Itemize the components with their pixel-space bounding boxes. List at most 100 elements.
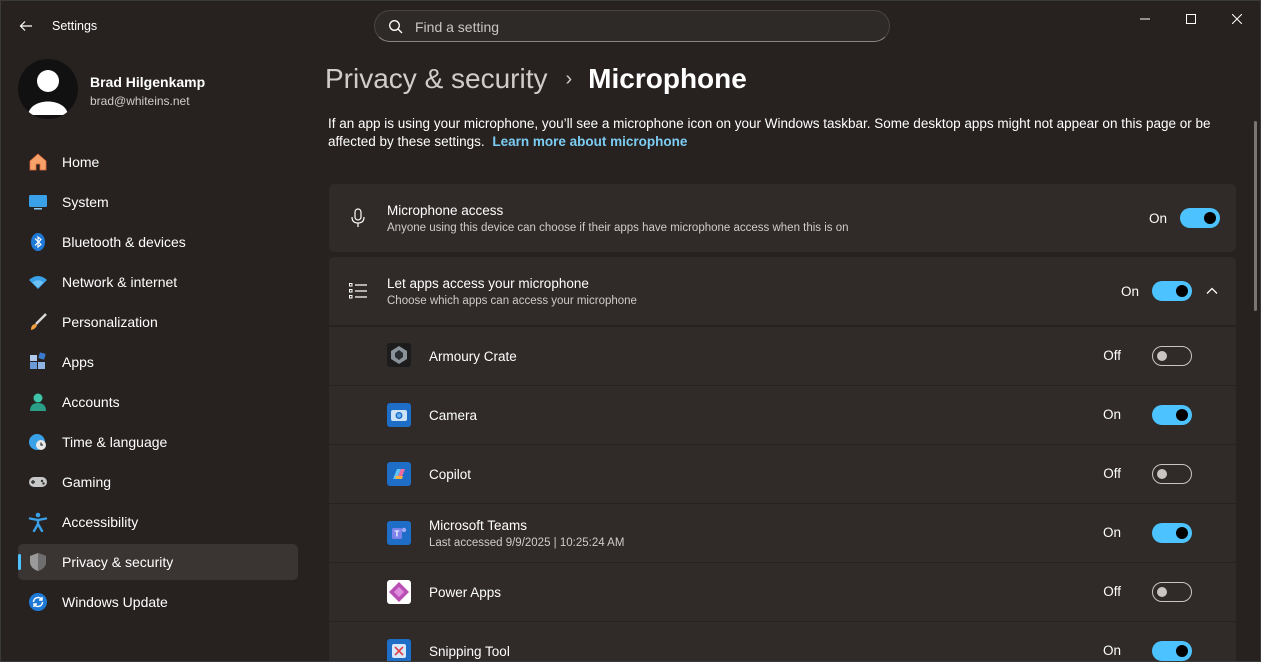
chevron-up-icon[interactable] — [1205, 284, 1219, 298]
maximize-button[interactable] — [1168, 5, 1214, 33]
sidebar-item-gaming[interactable]: Gaming — [18, 464, 298, 500]
gamepad-icon — [28, 472, 48, 492]
svg-text:T: T — [395, 530, 400, 539]
copilot-icon — [387, 462, 411, 486]
back-button[interactable] — [13, 13, 39, 39]
sidebar-nav: Home System Bluetooth & devices Network … — [18, 144, 298, 624]
settings-window: Settings Brad Hilgenkamp brad — [0, 0, 1261, 662]
sidebar-item-label: Home — [62, 154, 100, 170]
sidebar-item-bluetooth[interactable]: Bluetooth & devices — [18, 224, 298, 260]
close-button[interactable] — [1214, 5, 1260, 33]
app-name: Power Apps — [429, 585, 502, 600]
wifi-icon — [28, 272, 48, 292]
app-name: Copilot — [429, 467, 472, 482]
snipping-tool-icon — [387, 639, 411, 661]
teams-icon: T — [387, 521, 411, 545]
user-profile[interactable]: Brad Hilgenkamp brad@whiteins.net — [18, 59, 298, 121]
microphone-access-toggle[interactable] — [1180, 208, 1220, 228]
back-arrow-icon — [19, 21, 32, 31]
maximize-icon — [1186, 14, 1196, 24]
microphone-access-card: Microphone access Anyone using this devi… — [329, 184, 1236, 252]
microphone-access-title: Microphone access — [387, 203, 504, 218]
sidebar-item-label: Time & language — [62, 434, 168, 450]
sidebar-item-label: Accounts — [62, 394, 120, 410]
let-apps-access-title: Let apps access your microphone — [387, 276, 589, 291]
sidebar-item-windows-update[interactable]: Windows Update — [18, 584, 298, 620]
sidebar-item-personalization[interactable]: Personalization — [18, 304, 298, 340]
sidebar-item-label: Accessibility — [62, 514, 139, 530]
globe-clock-icon — [28, 432, 48, 452]
toggle-state-label: Off — [1103, 348, 1121, 363]
sidebar-item-label: System — [62, 194, 109, 210]
app-row-copilot: Copilot Off — [329, 445, 1236, 503]
breadcrumb-parent[interactable]: Privacy & security — [325, 63, 548, 95]
sidebar-item-label: Personalization — [62, 314, 158, 330]
toggle-state-label: On — [1102, 525, 1121, 540]
app-row-armoury-crate: Armoury Crate Off — [329, 327, 1236, 385]
search-icon — [389, 20, 403, 34]
snipping-tool-toggle[interactable] — [1152, 641, 1192, 661]
apps-icon — [28, 352, 48, 372]
copilot-toggle[interactable] — [1152, 464, 1192, 484]
sidebar-item-home[interactable]: Home — [18, 144, 298, 180]
sidebar-item-label: Gaming — [62, 474, 112, 490]
app-name: Camera — [429, 408, 478, 423]
sidebar-item-network[interactable]: Network & internet — [18, 264, 298, 300]
app-name: Snipping Tool — [429, 644, 510, 659]
microphone-icon — [347, 207, 369, 229]
learn-more-link[interactable]: Learn more about microphone — [492, 134, 687, 149]
camera-toggle[interactable] — [1152, 405, 1192, 425]
close-icon — [1232, 14, 1242, 24]
let-apps-access-card[interactable]: Let apps access your microphone Choose w… — [329, 257, 1236, 325]
brush-icon — [28, 312, 48, 332]
accessibility-icon — [28, 512, 48, 532]
microsoft-teams-toggle[interactable] — [1152, 523, 1192, 543]
accounts-icon — [28, 392, 48, 412]
sidebar-item-privacy-security[interactable]: Privacy & security — [18, 544, 298, 580]
toggle-state-label: On — [1120, 284, 1139, 299]
toggle-state-label: Off — [1103, 584, 1121, 599]
search-input[interactable] — [415, 17, 855, 37]
app-name: Microsoft Teams — [429, 518, 528, 533]
app-name: Armoury Crate — [429, 349, 517, 364]
toggle-state-label: On — [1148, 211, 1167, 226]
app-row-snipping-tool: Snipping Tool On — [329, 622, 1236, 661]
power-apps-toggle[interactable] — [1152, 582, 1192, 602]
description-text: If an app is using your microphone, you’… — [328, 116, 1211, 149]
system-icon — [28, 192, 48, 212]
list-icon — [347, 280, 369, 302]
toggle-state-label: On — [1102, 643, 1121, 658]
app-row-microsoft-teams: T Microsoft Teams Last accessed 9/9/2025… — [329, 504, 1236, 562]
avatar — [18, 59, 78, 119]
sidebar-item-apps[interactable]: Apps — [18, 344, 298, 380]
armoury-crate-toggle[interactable] — [1152, 346, 1192, 366]
minimize-icon — [1140, 18, 1150, 20]
breadcrumb: Privacy & security › Microphone — [325, 59, 747, 99]
scrollbar[interactable] — [1254, 121, 1257, 311]
app-row-power-apps: Power Apps Off — [329, 563, 1236, 621]
minimize-button[interactable] — [1122, 5, 1168, 33]
update-icon — [28, 592, 48, 612]
bluetooth-icon — [28, 232, 48, 252]
sidebar-item-accessibility[interactable]: Accessibility — [18, 504, 298, 540]
sidebar-item-system[interactable]: System — [18, 184, 298, 220]
sidebar-item-label: Windows Update — [62, 594, 168, 610]
user-silhouette-icon — [18, 59, 78, 119]
app-row-camera: Camera On — [329, 386, 1236, 444]
sidebar-item-label: Apps — [62, 354, 94, 370]
page-description: If an app is using your microphone, you’… — [328, 115, 1238, 151]
sidebar-item-time-language[interactable]: Time & language — [18, 424, 298, 460]
window-title: Settings — [52, 19, 98, 33]
user-email: brad@whiteins.net — [90, 94, 190, 108]
toggle-state-label: On — [1102, 407, 1121, 422]
sidebar-item-accounts[interactable]: Accounts — [18, 384, 298, 420]
power-apps-icon — [387, 580, 411, 604]
user-name: Brad Hilgenkamp — [90, 74, 206, 90]
chevron-right-icon: › — [565, 67, 573, 90]
microphone-access-subtitle: Anyone using this device can choose if t… — [387, 222, 849, 234]
let-apps-access-toggle[interactable] — [1152, 281, 1192, 301]
title-bar: Settings — [1, 1, 1260, 49]
search-box[interactable] — [374, 10, 890, 42]
sidebar-item-label: Network & internet — [62, 274, 178, 290]
sidebar-item-label: Privacy & security — [62, 554, 174, 570]
